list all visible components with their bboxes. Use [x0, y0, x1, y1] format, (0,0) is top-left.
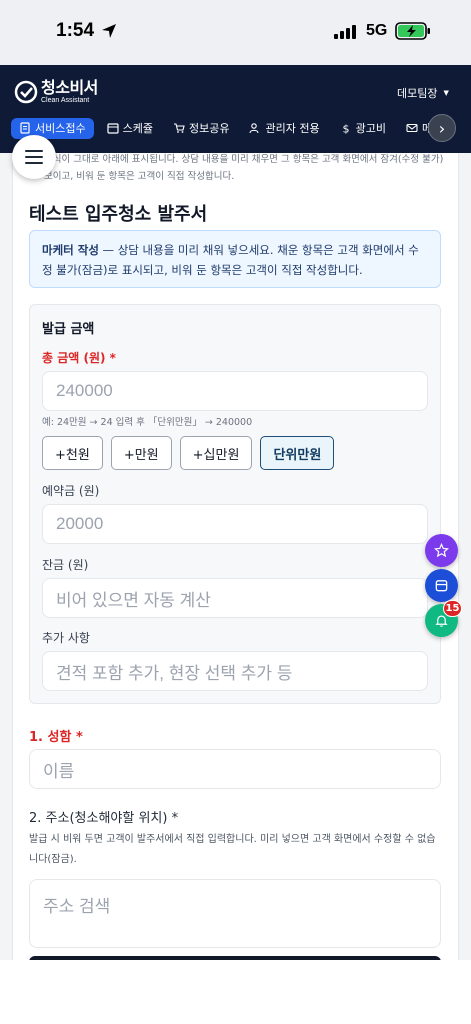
- form-title: 테스트 입주청소 발주서: [29, 204, 208, 225]
- total-amount-label: 총 금액 (원) *: [42, 351, 116, 365]
- name-input[interactable]: 이름: [29, 749, 441, 789]
- balance-placeholder: 비어 있으면 자동 계산: [56, 590, 211, 610]
- nav-label: 스케쥴: [122, 122, 153, 135]
- extra-label: 추가 사항: [42, 631, 90, 645]
- calendar-icon: [435, 580, 448, 592]
- unit-manwon-button[interactable]: 단위만원: [260, 436, 335, 470]
- location-arrow-icon: [102, 24, 116, 38]
- chevron-right-icon: ›: [438, 118, 446, 138]
- caret-down-icon: ▼: [443, 89, 449, 97]
- document-icon: [20, 122, 30, 134]
- nav-label: 광고비: [355, 122, 386, 135]
- calendar-icon: [107, 123, 119, 134]
- notice-text: — 상담 내용을 미리 채워 넣으세요. 채운 항목은 고객 화면에서 수정 불…: [42, 243, 419, 277]
- signal-icon: [334, 25, 356, 39]
- logo-name: 청소비서: [41, 78, 98, 97]
- address-hint: 발급 시 비워 두면 고객이 발주서에서 직접 입력합니다. 미리 넣으면 고객…: [29, 834, 436, 865]
- cart-icon: [173, 123, 185, 133]
- battery-charging-icon: [395, 22, 430, 40]
- logo[interactable]: 청소비서 Clean Assistant: [14, 79, 98, 105]
- nav-item-ads[interactable]: $ 광고비: [333, 118, 393, 139]
- nav-item-info[interactable]: 정보공유: [166, 118, 236, 139]
- deposit-label: 예약금 (원): [42, 484, 100, 498]
- add-hundred-thousand-button[interactable]: +십만원: [179, 436, 253, 470]
- add-thousand-button[interactable]: +천원: [42, 436, 103, 470]
- notice-bold: 마케터 작성: [42, 243, 99, 257]
- total-amount-input[interactable]: 240000: [42, 371, 428, 411]
- users-icon: [249, 123, 260, 134]
- menu-button[interactable]: [12, 135, 56, 179]
- favorite-button[interactable]: [425, 534, 458, 567]
- star-icon: [434, 543, 449, 558]
- balance-input[interactable]: 비어 있으면 자동 계산: [42, 578, 428, 618]
- extra-input[interactable]: 견적 포함 추가, 현장 선택 추가 등: [42, 651, 428, 691]
- amount-section-title: 발급 금액: [42, 322, 95, 337]
- name-label: 1. 성함 *: [29, 730, 83, 745]
- app-header: 청소비서 Clean Assistant 데모팀장 ▼ 서비스접수 스케쥴 정보…: [0, 65, 471, 153]
- dollar-icon: $: [342, 123, 349, 135]
- status-bar: 1:54 5G: [0, 0, 471, 65]
- screen-bottom: [0, 960, 471, 1024]
- hamburger-icon: [25, 150, 43, 164]
- balance-label: 잔금 (원): [42, 558, 89, 572]
- nav-label: 서비스접수: [35, 122, 86, 135]
- svg-text:$: $: [342, 123, 349, 135]
- calendar-button[interactable]: [425, 569, 458, 602]
- total-amount-placeholder: 240000: [56, 381, 113, 400]
- user-name: 데모팀장: [397, 87, 438, 100]
- nav-scroll-right-button[interactable]: ›: [428, 114, 456, 142]
- add-ten-thousand-button[interactable]: +만원: [110, 436, 172, 470]
- logo-sub: Clean Assistant: [41, 97, 90, 104]
- nav-item-schedule[interactable]: 스케쥴: [100, 118, 160, 139]
- nav-label: 정보공유: [188, 122, 230, 135]
- extra-placeholder: 견적 포함 추가, 현장 선택 추가 등: [56, 663, 293, 683]
- notification-count-badge: 15: [443, 600, 462, 617]
- address-label: 2. 주소(청소해야할 위치) *: [29, 811, 179, 826]
- amount-chip-row: +천원 +만원 +십만원 단위만원: [42, 436, 335, 470]
- intro-text: 양식이 그대로 아래에 표시됩니다. 상담 내용을 미리 채우면 그 항목은 고…: [44, 154, 444, 182]
- total-amount-hint: 예: 24만원 → 24 입력 후 「단위만원」 → 240000: [42, 417, 253, 428]
- status-time: 1:54: [56, 20, 95, 41]
- nav-item-admin[interactable]: 관리자 전용: [242, 118, 326, 139]
- mail-icon: [406, 123, 418, 133]
- name-placeholder: 이름: [43, 761, 75, 781]
- deposit-placeholder: 20000: [56, 514, 104, 533]
- address-search-input[interactable]: 주소 검색: [29, 879, 441, 948]
- logo-mark-icon: [14, 80, 38, 104]
- user-menu[interactable]: 데모팀장 ▼: [397, 85, 449, 101]
- nav-label: 관리자 전용: [265, 122, 320, 135]
- nav-item-service[interactable]: 서비스접수: [11, 117, 94, 139]
- main-nav: 서비스접수 스케쥴 정보공유 관리자 전용 $ 광고비 메: [11, 117, 471, 139]
- network-type: 5G: [366, 22, 388, 39]
- deposit-input[interactable]: 20000: [42, 504, 428, 544]
- address-placeholder: 주소 검색: [43, 897, 111, 916]
- marketer-notice: 마케터 작성 — 상담 내용을 미리 채워 넣으세요. 채운 항목은 고객 화면…: [29, 230, 441, 288]
